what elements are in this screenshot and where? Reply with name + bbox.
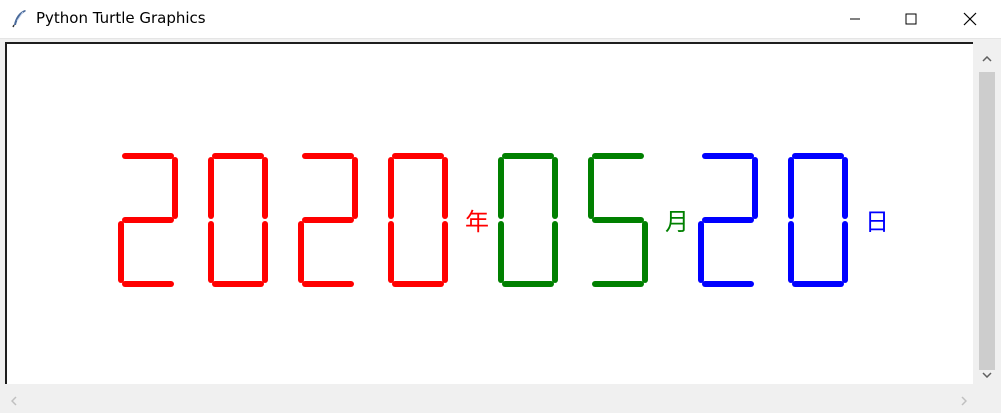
maximize-button[interactable] bbox=[888, 0, 934, 38]
close-icon bbox=[963, 12, 977, 26]
horizontal-scrollbar[interactable] bbox=[0, 388, 975, 413]
chevron-right-icon bbox=[961, 391, 968, 410]
scrollbar-corner bbox=[975, 388, 1001, 413]
feather-icon bbox=[10, 8, 30, 28]
chevron-up-icon bbox=[982, 47, 992, 66]
scroll-down-button[interactable] bbox=[975, 360, 999, 384]
maximize-icon bbox=[905, 13, 917, 25]
chevron-down-icon bbox=[982, 363, 992, 382]
unit-label-0: 年 bbox=[465, 208, 489, 236]
minimize-icon bbox=[849, 13, 861, 25]
scroll-left-button[interactable] bbox=[2, 388, 26, 413]
window-title: Python Turtle Graphics bbox=[36, 9, 206, 27]
unit-label-2: 日 bbox=[865, 208, 889, 236]
date-display: 年月日 bbox=[118, 153, 889, 287]
chevron-left-icon bbox=[10, 391, 17, 410]
unit-label-1: 月 bbox=[665, 208, 689, 236]
title-bar[interactable]: Python Turtle Graphics bbox=[0, 0, 1001, 39]
scroll-up-button[interactable] bbox=[975, 44, 999, 68]
scroll-right-button[interactable] bbox=[952, 388, 976, 413]
turtle-canvas[interactable]: 年月日 bbox=[5, 42, 973, 384]
minimize-button[interactable] bbox=[832, 0, 878, 38]
vertical-scrollbar[interactable] bbox=[975, 42, 999, 384]
close-button[interactable] bbox=[947, 0, 993, 38]
vertical-scroll-thumb[interactable] bbox=[979, 72, 995, 370]
